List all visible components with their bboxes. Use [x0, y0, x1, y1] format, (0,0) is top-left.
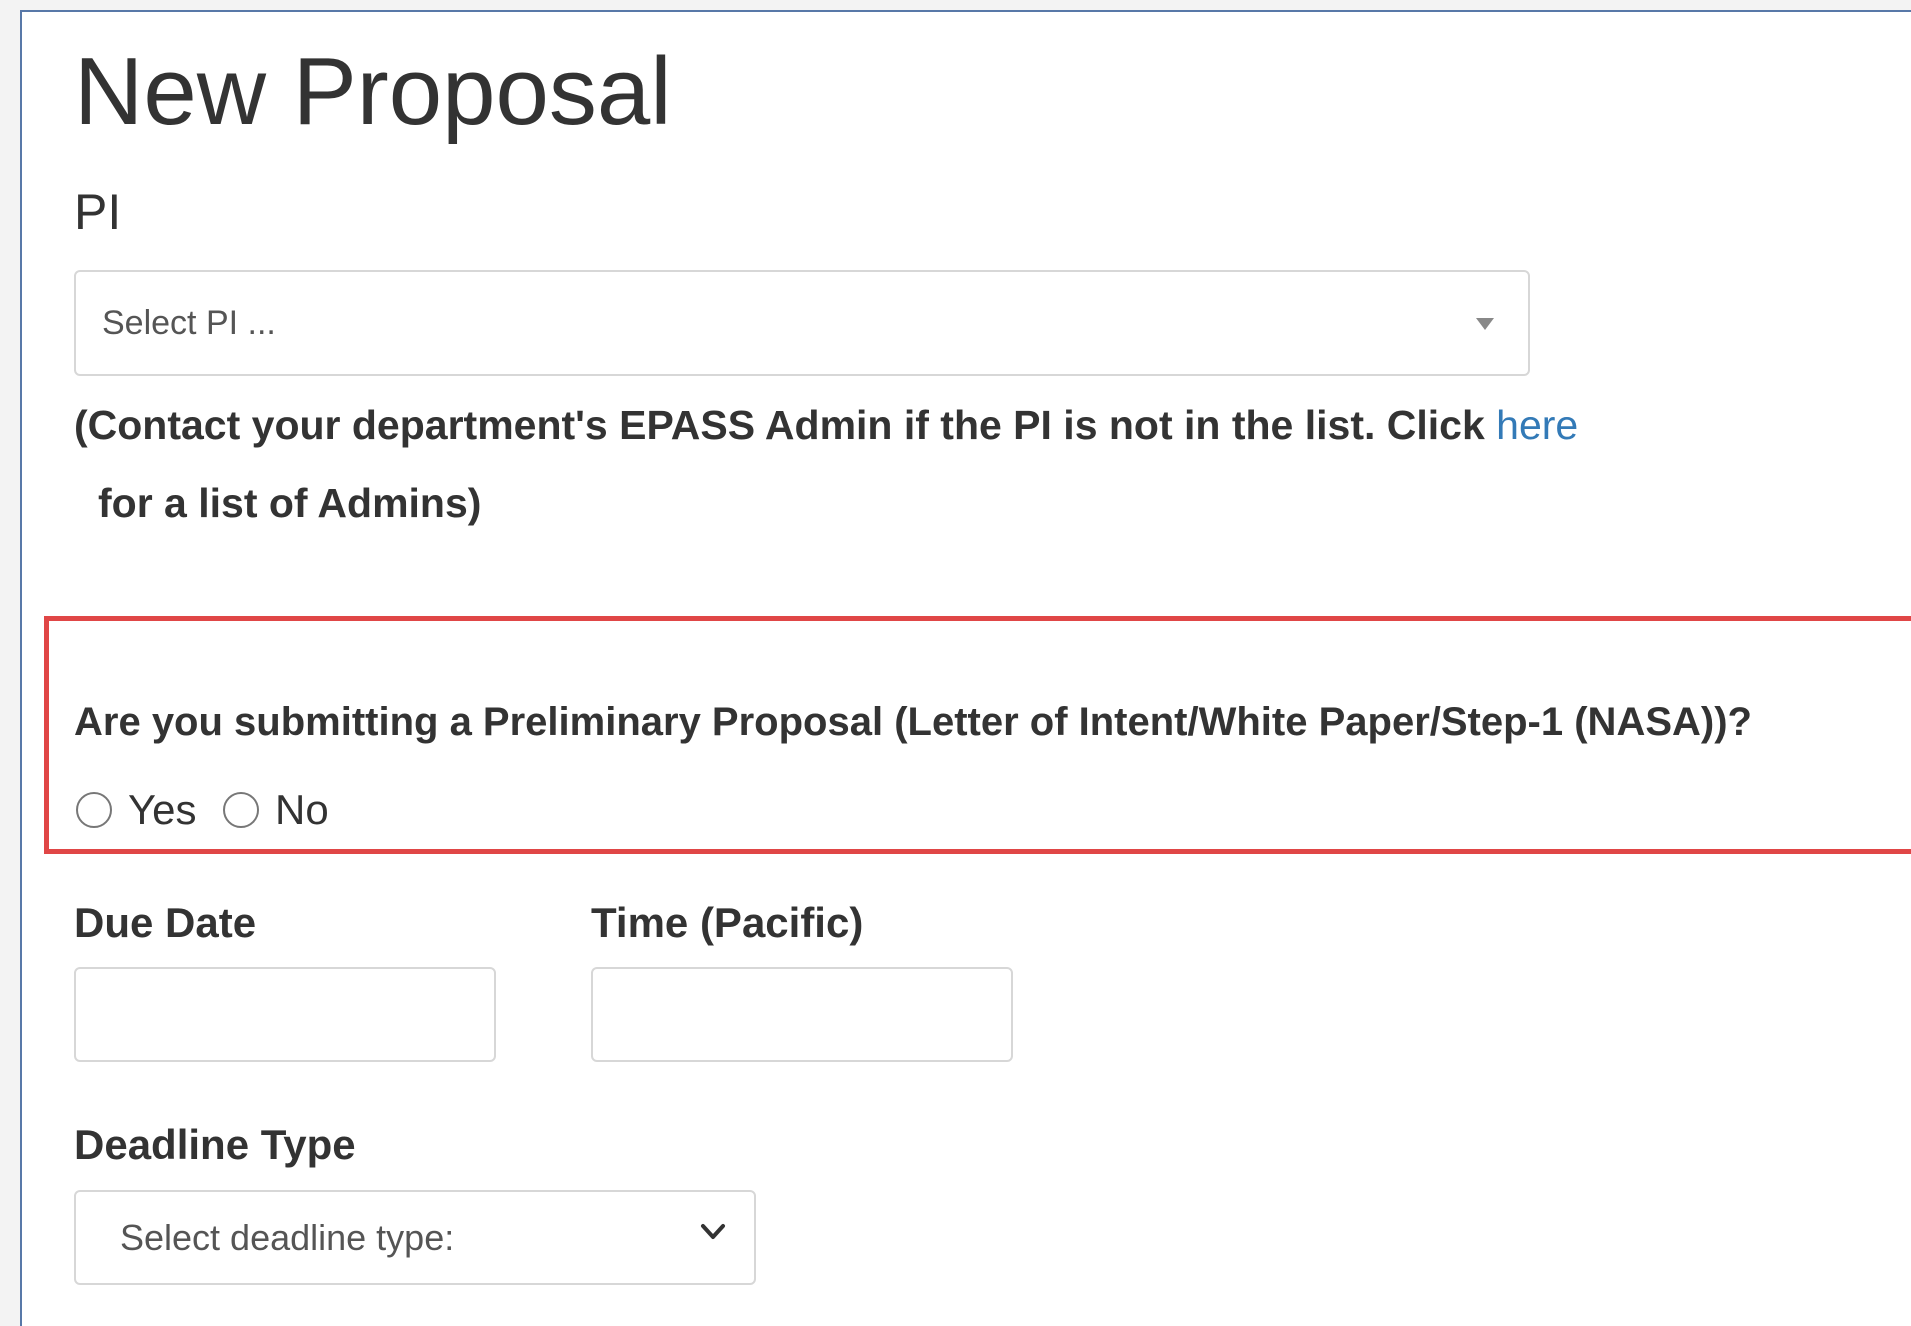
due-date-label: Due Date — [74, 899, 257, 946]
preliminary-proposal-question: Are you submitting a Preliminary Proposa… — [74, 700, 1752, 744]
admins-list-link[interactable]: here — [1496, 402, 1578, 448]
due-date-input[interactable] — [74, 967, 496, 1062]
pi-help-text-start: (Contact your department's EPASS Admin i… — [74, 402, 1497, 448]
pi-select[interactable]: Select PI ... — [74, 270, 1530, 376]
page-title: New Proposal — [74, 38, 672, 145]
radio-no[interactable]: No — [223, 784, 329, 836]
radio-yes-label[interactable]: Yes — [128, 789, 197, 831]
page-frame: New Proposal PI Select PI ... (Contact y… — [20, 10, 1911, 1326]
time-input[interactable] — [591, 967, 1013, 1062]
radio-no-circle[interactable] — [223, 792, 259, 828]
pi-select-placeholder: Select PI ... — [102, 304, 276, 342]
deadline-type-select[interactable]: Select deadline type: — [74, 1190, 756, 1285]
pi-help-text: (Contact your department's EPASS Admin i… — [74, 386, 1774, 542]
deadline-type-selected-value: Select deadline type: — [120, 1217, 455, 1258]
chevron-down-icon — [698, 1212, 728, 1259]
pi-label: PI — [74, 184, 122, 240]
triangle-down-icon — [1476, 318, 1494, 330]
pi-help-text-end: for a list of Admins) — [98, 480, 482, 526]
chevron-down-icon-svg — [701, 1224, 725, 1239]
radio-yes[interactable]: Yes — [76, 784, 197, 836]
deadline-type-label: Deadline Type — [74, 1121, 356, 1168]
radio-yes-circle[interactable] — [76, 792, 112, 828]
time-label: Time (Pacific) — [591, 899, 864, 946]
radio-no-label[interactable]: No — [275, 789, 329, 831]
